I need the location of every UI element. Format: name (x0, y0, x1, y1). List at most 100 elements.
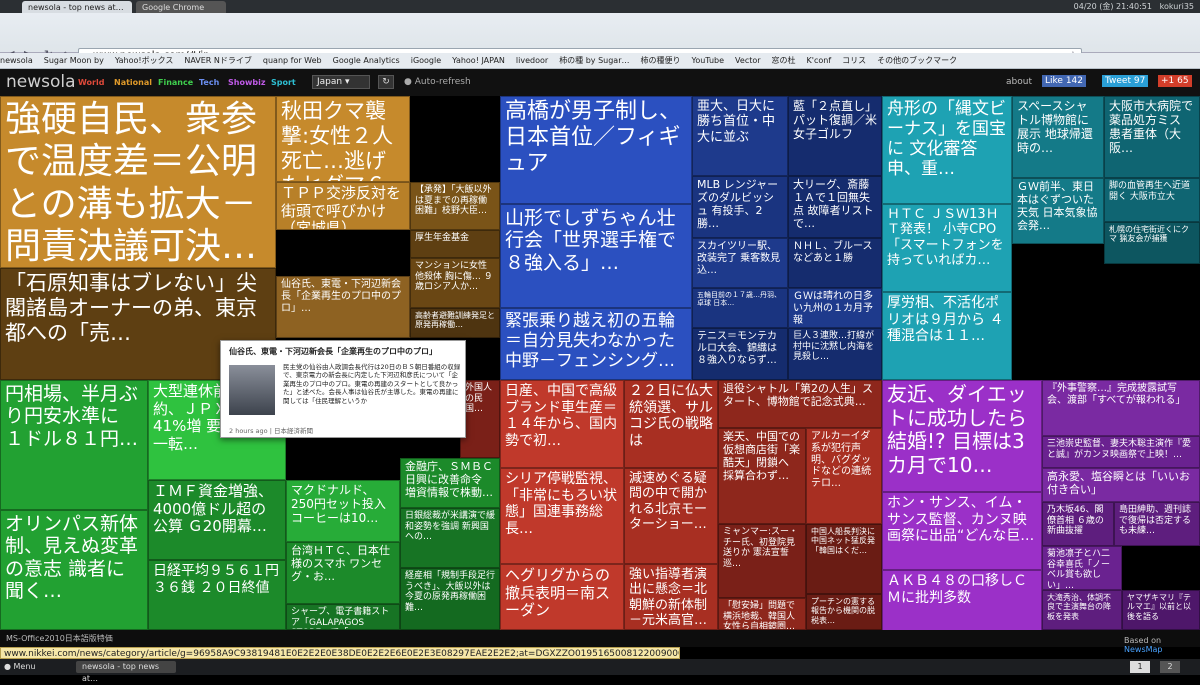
news-tile[interactable]: 秋田クマ襲撃:女性２人死亡…逃げたヒグマ６頭は射殺… (276, 96, 410, 182)
news-tile[interactable]: オリンパス新体制、見えぬ変革の意志 識者に聞く… (0, 510, 148, 630)
workspace-2[interactable]: 2 (1160, 661, 1180, 673)
plusone-button[interactable]: +1 65 (1158, 75, 1192, 87)
site-logo[interactable]: newsola (6, 72, 76, 92)
cat-world[interactable]: World (78, 78, 104, 87)
about-link[interactable]: about (1006, 77, 1032, 87)
news-tile[interactable]: MLB レンジャーズのダルビッシュ 有投手、2勝… (692, 176, 788, 238)
news-tile[interactable]: ホン・サンス、イム・サンス監督、カンヌ映画祭に出品“どんな巨… (882, 492, 1042, 570)
news-tile[interactable]: 高齢者避難訓練発足と原発再稼働… (410, 308, 500, 338)
news-tile[interactable]: 外国人の民国… (460, 380, 500, 458)
news-tile[interactable]: 円相場、半月ぶり円安水準に １ドル８１円… (0, 380, 148, 510)
like-button[interactable]: Like 142 (1042, 75, 1087, 87)
news-tile[interactable]: マンションに女性他殺体 胸に傷… ９歳ロシア人か… (410, 258, 500, 308)
news-tile[interactable]: アルカーイダ系が犯行声明、バグダッドなどの連続テロ… (806, 428, 882, 524)
news-tile[interactable]: シャープ、電子書籍ストア「GALAPAGOS STORE」で「… (286, 604, 400, 630)
news-tile[interactable]: 巨人３連敗…打線が村中に沈黙し内海を見殺し… (788, 328, 882, 380)
news-tile[interactable]: 厚生年金基金 (410, 230, 500, 258)
bookmark-item[interactable]: その他のブックマーク (877, 56, 957, 65)
bookmark-item[interactable]: iGoogle (411, 56, 441, 65)
news-tile[interactable]: 乃木坂46、閣僚首相 ６歳の新曲抜擢 (1042, 502, 1114, 546)
news-tile[interactable]: 「慰安婦」問題で横浜地裁、韓国人女性ら自相鏡圏… (718, 598, 806, 630)
bookmark-item[interactable]: Sugar Moon by (44, 56, 104, 65)
news-tile[interactable]: 金融庁、ＳＭＢＣ日興に改善命令 増資情報で株動… (400, 458, 500, 508)
news-tile[interactable]: 脚の血管再生へ近道 開く 大阪市立大 (1104, 178, 1200, 222)
workspace-1[interactable]: 1 (1130, 661, 1150, 673)
news-tile[interactable]: 大リーグ、斎藤１Ａで１回無失点 故障者リストで… (788, 176, 882, 238)
cat-finance[interactable]: Finance (158, 78, 193, 87)
news-tile[interactable]: 強い指導者演出に懸念＝北朝鮮の新体制－元米高官… (624, 564, 718, 630)
news-tile[interactable]: 高永愛、塩谷瞬とは「いいお付き合い」 (1042, 468, 1200, 502)
news-tile[interactable]: 藍「２点直し」パット復調／米女子ゴルフ (788, 96, 882, 176)
bookmark-item[interactable]: Yahoo!ボックス (115, 56, 174, 65)
bookmark-item[interactable]: Yahoo! JAPAN (452, 56, 505, 65)
news-tile[interactable]: 緊張乗り越え初の五輪＝自分見失わなかった中野－フェンシング… (500, 308, 692, 380)
news-tile[interactable]: 日銀総裁が米講演で緩和姿勢を強調 新興国への… (400, 508, 500, 568)
auto-refresh-toggle[interactable]: ● Auto-refresh (404, 77, 471, 87)
bookmark-item[interactable]: NAVER Nドライブ (184, 56, 252, 65)
bookmark-item[interactable]: YouTube (692, 56, 725, 65)
bookmark-item[interactable]: Vector (735, 56, 761, 65)
country-select[interactable]: Japan ▾ (312, 75, 370, 89)
bookmark-item[interactable]: 柿の種 by Sugar… (559, 56, 629, 65)
bookmark-item[interactable]: 柿の種便り (641, 56, 681, 65)
bookmark-item[interactable]: コリス (842, 56, 866, 65)
news-tile[interactable]: 減速めぐる疑問の中で開かれる北京モーターショー… (624, 468, 718, 564)
cat-tech[interactable]: Tech (199, 78, 219, 87)
news-tile[interactable]: 山形でしずちゃん壮行会「世界選手権で８強入る」… (500, 204, 692, 308)
news-tile[interactable]: テニス＝モンテカルロ大会、錦織は８強入りならず… (692, 328, 788, 380)
news-tile[interactable]: 札幌の住宅街近くにクマ 猟友会が捕獲 (1104, 222, 1200, 264)
news-tile[interactable]: 退役シャトル「第2の人生」スタート、博物館で記念式典… (718, 380, 882, 428)
tab-chrome[interactable]: Google Chrome (136, 1, 226, 13)
news-tile[interactable]: ２２日に仏大統領選、サルコジ氏の戦略は (624, 380, 718, 468)
bookmark-item[interactable]: K'conf (807, 56, 832, 65)
cat-showbiz[interactable]: Showbiz (228, 78, 265, 87)
news-tile[interactable]: 五輪目前の１７歳…丹羽、卓球 日本… (692, 288, 788, 328)
news-tile[interactable]: ＩＭＦ資金増強、4000億ドル超の公算 Ｇ20開幕… (148, 480, 286, 560)
taskbar-window[interactable]: newsola - top news at… (76, 661, 176, 683)
news-tile[interactable]: プーチンの憲する報告から機関の脱税表… (806, 594, 882, 630)
news-tile[interactable]: 島田紳助、週刊誌で復帰は否定するも未練… (1114, 502, 1200, 546)
bookmark-item[interactable]: livedoor (516, 56, 548, 65)
news-tile[interactable]: ＡＫＢ４８の口移しＣＭに批判多数 (882, 570, 1042, 634)
news-tile[interactable]: 高橋が男子制し、日本首位／フィギュア (500, 96, 692, 204)
news-tile[interactable]: 菊池凛子とハ二谷幸喜氏「ノーベル賞も欲しい」… (1042, 546, 1122, 590)
news-tile[interactable]: 台湾ＨＴＣ、日本仕様のスマホ ワンセグ・お… (286, 542, 400, 604)
bookmark-item[interactable]: newsola (0, 56, 33, 65)
footer-ad[interactable]: MS-Office2010日本語版特価 (6, 633, 113, 644)
news-tile[interactable]: ヘグリグからの撤兵表明＝南スーダン (500, 564, 624, 630)
news-tile[interactable]: ＧＷは晴れの日多い九州の１カ月予報 (788, 288, 882, 328)
news-tile[interactable]: スペースシャトル博物館に展示 地球帰還時の… (1012, 96, 1104, 178)
bookmark-item[interactable]: Google Analytics (333, 56, 400, 65)
news-tile[interactable]: ヤマザキマリ『テルマエ』以前と以後を語る (1122, 590, 1200, 630)
news-tile[interactable]: ＴＰＰ交渉反対を街頭で呼びかけ（宮城県） (276, 182, 410, 230)
news-tile[interactable]: マクドナルド、250円セット投入 コーヒーは10… (286, 480, 400, 542)
news-tile[interactable]: 楽天、中国での仮想商店街「楽酷天」閉鎖へ 採算合わず… (718, 428, 806, 524)
start-menu[interactable]: ● Menu (4, 659, 36, 675)
news-tile[interactable]: 『外事警察…』完成披露試写会、渡部「すべてが報われる」 (1042, 380, 1200, 436)
bookmark-item[interactable]: quanp for Web (263, 56, 322, 65)
tab-newsola[interactable]: newsola - top news at… (22, 1, 132, 13)
news-tile[interactable]: 亜大、日大に勝ち首位・中大に並ぶ (692, 96, 788, 176)
news-tile[interactable]: 中国人船長判決に中国ネット猛反発「韓国はくだ… (806, 524, 882, 594)
news-tile[interactable]: 大阪市大病院で薬品処方ミス 患者重体（大阪… (1104, 96, 1200, 178)
news-tile[interactable]: シリア停戦監視、「非常にもろい状態」国連事務総長… (500, 468, 624, 564)
news-tile[interactable]: 経産相「規制手段足行うべき」、大飯以外は今夏の原発再稼働困難… (400, 568, 500, 630)
cat-national[interactable]: National (114, 78, 152, 87)
news-tile[interactable]: スカイツリー駅、改装完了 乗客数見込… (692, 238, 788, 288)
news-tile[interactable]: ＮＨＬ、ブルースなどあと１勝 (788, 238, 882, 288)
news-tile[interactable]: 厚労相、不活化ポリオは９月から ４種混合は１１… (882, 292, 1012, 380)
news-tile[interactable]: 舟形の「縄文ビーナス」を国宝に 文化審答申、重… (882, 96, 1012, 204)
news-tile[interactable]: 日経平均９５６１円３６銭 ２０日終値 (148, 560, 286, 630)
newsmap-link[interactable]: NewsMap (1124, 645, 1163, 654)
tweet-button[interactable]: Tweet 97 (1102, 75, 1149, 87)
news-tile[interactable]: 三池崇史監督、妻夫木聡主演作『愛と誠』がカンヌ映画祭で上映！… (1042, 436, 1200, 468)
news-tile[interactable]: ミャンマー:スー・チー氏、初登院見送りか 憲法宣誓巡… (718, 524, 806, 598)
cat-sport[interactable]: Sport (271, 78, 296, 87)
news-tile[interactable]: 大滝秀治、体調不良で主演舞台の降板を発表 (1042, 590, 1122, 630)
news-tile[interactable]: ＨＴＣ ＪＳＷ13ＨＴ発表！ 小寺CPO「スマートフォンを持っていればカ… (882, 204, 1012, 292)
news-tile[interactable]: 【承発】「大飯以外は夏までの再稼働困難」枝野大臣… (410, 182, 500, 230)
news-tile[interactable]: 強硬自民、衆参で温度差＝公明との溝も拡大－問責決議可決… (0, 96, 276, 268)
news-tile[interactable]: ＧＷ前半、東日本はぐずついた天気 日本気象協会発… (1012, 178, 1104, 244)
news-tile[interactable]: 仙谷氏、東電・下河辺新会長「企業再生のプロ中のプロ」… (276, 276, 410, 338)
news-tile[interactable]: 友近、ダイエットに成功したら結婚!? 目標は3カ月で10… (882, 380, 1042, 492)
